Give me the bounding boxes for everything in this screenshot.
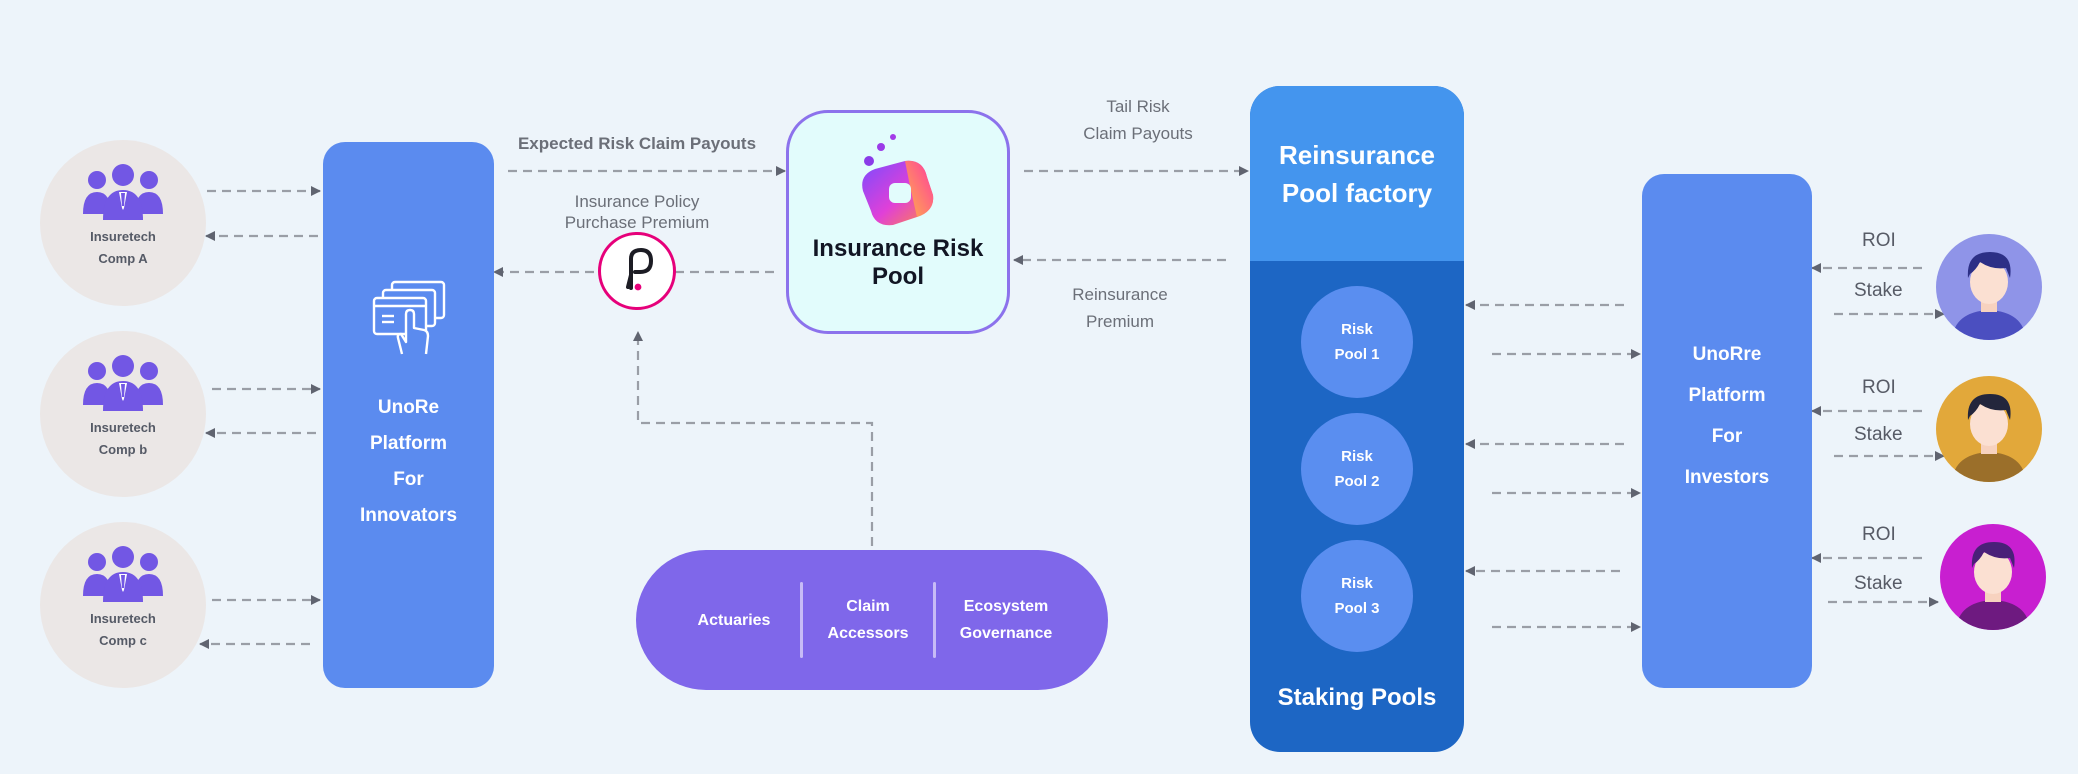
investors-platform: UnoRre Platform For Investors <box>1642 174 1812 688</box>
company-label: Insuretech Comp b <box>90 420 156 457</box>
company-label: Insuretech Comp A <box>90 229 156 266</box>
polkadot-logo-icon <box>626 247 654 291</box>
role-actuaries: Actuaries <box>697 611 771 629</box>
company-comp-a: Insuretech Comp A <box>40 140 206 306</box>
label-stake-3: Stake <box>1854 573 1903 594</box>
innovators-platform-line: UnoRe <box>377 397 440 418</box>
label-reinsurance-premium: Reinsurance Premium <box>1072 285 1168 331</box>
risk-pool-2: Risk Pool 2 <box>1301 413 1413 525</box>
user-avatar-icon <box>1952 394 2026 482</box>
investor-avatar-2 <box>1936 376 2042 482</box>
investors-platform-line: For <box>1711 426 1743 447</box>
role-ecosystem-governance: Ecosystem Governance <box>959 598 1053 642</box>
risk-pool-3: Risk Pool 3 <box>1301 540 1413 652</box>
innovators-platform-line: For <box>393 469 424 490</box>
insurance-risk-pool: Insurance Risk Pool <box>786 110 1010 334</box>
label-stake-1: Stake <box>1854 280 1903 301</box>
label-tail-risk: Tail Risk Claim Payouts <box>1083 97 1193 143</box>
touch-screen-windows-icon <box>372 280 445 355</box>
insurance-pool-title: Insurance Risk Pool <box>812 235 984 290</box>
label-premium: Insurance Policy Purchase Premium <box>564 192 710 232</box>
investors-platform-line: Platform <box>1688 385 1766 406</box>
group-people-icon <box>83 546 163 602</box>
group-people-icon <box>83 164 163 220</box>
risk-pool-1: Risk Pool 1 <box>1301 286 1413 398</box>
group-people-icon <box>83 355 163 411</box>
reinsurance-pool-factory: Reinsurance Pool factory <box>1250 86 1464 261</box>
user-avatar-icon <box>1952 252 2026 340</box>
investors-platform-line: UnoRre <box>1692 344 1762 365</box>
innovators-platform-line: Innovators <box>359 505 458 526</box>
label-roi-1: ROI <box>1862 230 1896 251</box>
investors-platform-line: Investors <box>1684 467 1770 488</box>
innovators-platform: UnoRe Platform For Innovators <box>323 142 494 688</box>
label-roi-3: ROI <box>1862 524 1896 545</box>
staking-pools-column: Reinsurance Pool factory Risk Pool 1 Risk P… <box>1250 86 1464 752</box>
label-stake-2: Stake <box>1854 424 1903 445</box>
role-claim-accessors: Claim Accessors <box>827 598 909 642</box>
investor-avatar-1 <box>1936 234 2042 340</box>
investor-avatar-3 <box>1940 524 2046 630</box>
company-comp-c: Insuretech Comp c <box>40 522 206 688</box>
label-expected-payouts: Expected Risk Claim Payouts <box>517 134 757 153</box>
company-comp-b: Insuretech Comp b <box>40 331 206 497</box>
label-roi-2: ROI <box>1862 377 1896 398</box>
colorful-cube-logo-icon <box>862 134 934 226</box>
polkadot-token <box>598 232 676 310</box>
innovators-platform-line: Platform <box>369 433 448 454</box>
staking-pools-label: Staking Pools <box>1277 684 1437 711</box>
company-label: Insuretech Comp c <box>90 611 156 648</box>
roles-pill: Actuaries Claim Accessors Ecosystem Govern… <box>636 550 1108 690</box>
user-avatar-icon <box>1956 542 2030 630</box>
